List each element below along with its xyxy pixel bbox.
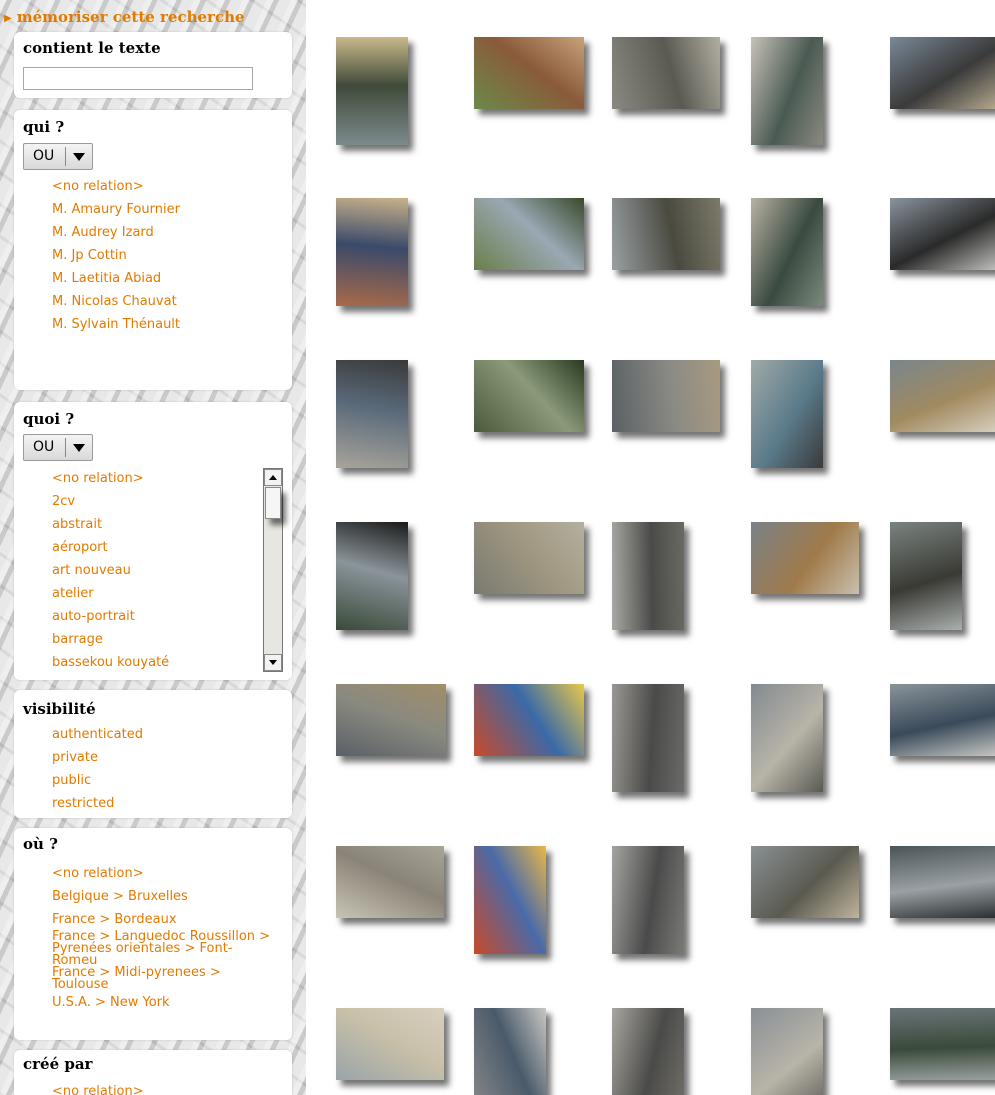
facet-item[interactable]: Belgique > Bruxelles [52,885,272,908]
photo-thumbnail[interactable] [751,522,859,594]
facet-item[interactable]: <no relation> [52,1080,144,1095]
facet-item[interactable]: art nouveau [52,559,169,582]
photo-thumbnail[interactable] [612,846,684,954]
photo-thumbnail[interactable] [612,1008,684,1095]
triangle-right-icon: ▶ [4,13,12,24]
photo-thumbnail[interactable] [474,360,584,432]
cree-par-filter-box: créé par <no relation> [14,1050,292,1095]
dropdown-arrow-icon [73,444,85,452]
photo-thumbnail[interactable] [336,198,408,306]
text-filter-title: contient le texte [23,39,161,57]
cree-par-filter-title: créé par [23,1055,93,1073]
text-filter-input[interactable] [23,67,253,90]
photo-thumbnail[interactable] [336,360,408,468]
quoi-filter-box: quoi ? OU <no relation> 2cv abstrait aéropo… [14,402,292,680]
scroll-thumb[interactable] [265,487,281,519]
qui-operator-select[interactable]: OU [23,143,93,170]
facet-item[interactable]: M. Audrey Izard [52,221,180,244]
photo-thumbnail[interactable] [890,198,995,270]
save-search-label: mémoriser cette recherche [16,8,245,26]
ou-filter-title: où ? [23,835,58,853]
photo-thumbnail[interactable] [751,37,823,145]
facet-item[interactable]: M. Jp Cottin [52,244,180,267]
photo-thumbnail[interactable] [474,684,584,756]
facet-item[interactable]: <no relation> [52,467,169,490]
qui-filter-box: qui ? OU <no relation> M. Amaury Fournier… [14,110,292,390]
facet-item[interactable]: <no relation> [52,862,272,885]
facet-item[interactable]: France > Languedoc Roussillon > Pyrenées… [52,930,272,967]
facet-item[interactable]: auto-portrait [52,605,169,628]
ou-filter-box: où ? <no relation> Belgique > Bruxelles Fr… [14,828,292,1040]
photo-thumbnail[interactable] [474,846,546,954]
quoi-list: <no relation> 2cv abstrait aéroport art nouv… [52,467,169,674]
facet-item[interactable]: restricted [52,792,143,815]
photo-thumbnail[interactable] [336,37,408,145]
photo-thumbnail[interactable] [751,846,859,918]
scroll-down-icon[interactable] [264,654,282,671]
photo-thumbnail[interactable] [890,360,995,432]
facet-item[interactable]: abstrait [52,513,169,536]
photo-thumbnail[interactable] [890,37,995,109]
visibilite-filter-title: visibilité [23,700,96,718]
facet-item[interactable]: France > Midi-pyrenees > Toulouse [52,966,272,991]
photo-thumbnail[interactable] [474,522,584,594]
photo-thumbnail[interactable] [751,198,823,306]
facet-item[interactable]: bassekou kouyaté [52,651,169,674]
facet-item[interactable]: authenticated [52,723,143,746]
filter-sidebar: ▶ mémoriser cette recherche contient le t… [0,0,306,1095]
facet-item[interactable]: 2cv [52,490,169,513]
facet-item[interactable]: M. Laetitia Abiad [52,267,180,290]
facet-item[interactable]: M. Nicolas Chauvat [52,290,180,313]
photo-thumbnail[interactable] [751,360,823,468]
dropdown-arrow-icon [73,153,85,161]
quoi-operator-value: OU [33,439,55,455]
photo-thumbnail[interactable] [612,37,720,109]
photo-thumbnail[interactable] [890,684,995,756]
photo-thumbnail[interactable] [336,522,408,630]
text-filter-box: contient le texte [14,32,292,98]
photo-thumbnail[interactable] [474,1008,546,1095]
scroll-up-icon[interactable] [264,469,282,486]
cree-par-list: <no relation> [52,1080,144,1095]
photo-thumbnail[interactable] [751,1008,823,1095]
photo-thumbnail[interactable] [336,1008,444,1080]
facet-item[interactable]: M. Amaury Fournier [52,198,180,221]
facet-item[interactable]: atelier [52,582,169,605]
visibilite-list: authenticated private public restricted [52,723,143,815]
photo-thumbnail[interactable] [890,522,962,630]
photo-thumbnail[interactable] [336,684,446,756]
quoi-operator-select[interactable]: OU [23,434,93,461]
qui-filter-title: qui ? [23,118,65,136]
facet-item[interactable]: public [52,769,143,792]
qui-list: <no relation> M. Amaury Fournier M. Audrey… [52,175,180,336]
save-search-link[interactable]: ▶ mémoriser cette recherche [0,6,294,28]
facet-item[interactable]: M. Sylvain Thénault [52,313,180,336]
visibilite-filter-box: visibilité authenticated private public res… [14,690,292,818]
photo-thumbnail[interactable] [474,198,584,270]
photo-grid [306,0,995,1095]
photo-thumbnail[interactable] [612,360,720,432]
photo-thumbnail[interactable] [336,846,444,918]
ou-list: <no relation> Belgique > Bruxelles France … [52,862,272,1014]
photo-thumbnail[interactable] [612,198,720,270]
facet-item[interactable]: barrage [52,628,169,651]
facet-item[interactable]: aéroport [52,536,169,559]
quoi-filter-title: quoi ? [23,410,75,428]
photo-thumbnail[interactable] [890,1008,995,1080]
photo-thumbnail[interactable] [890,846,995,918]
qui-operator-value: OU [33,148,55,164]
photo-thumbnail[interactable] [612,684,684,792]
photo-thumbnail[interactable] [751,684,823,792]
photo-thumbnail[interactable] [612,522,684,630]
photo-thumbnail[interactable] [474,37,584,109]
facet-item[interactable]: France > Bordeaux [52,908,272,931]
quoi-scrollbar[interactable] [263,468,283,672]
facet-item[interactable]: U.S.A. > New York [52,991,272,1014]
facet-item[interactable]: private [52,746,143,769]
facet-item[interactable]: <no relation> [52,175,180,198]
